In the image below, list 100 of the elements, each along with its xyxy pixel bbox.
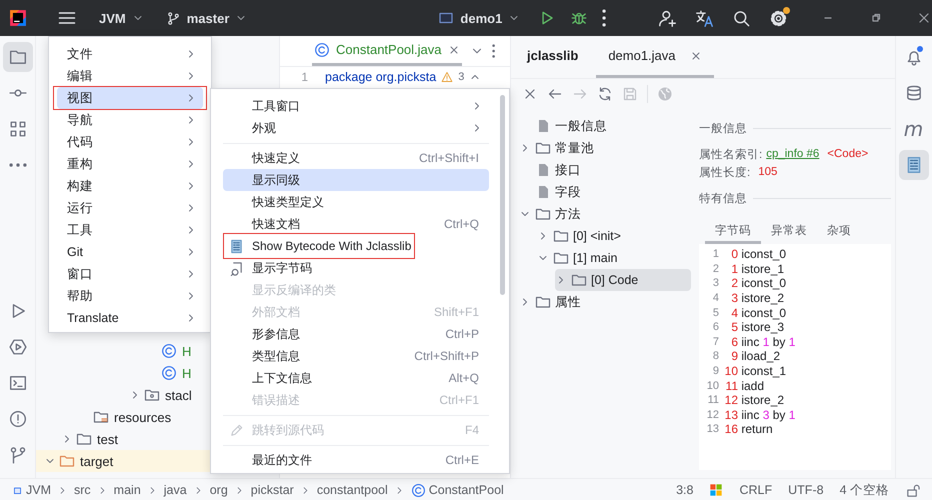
settings-icon[interactable] [769,8,788,28]
menu-item[interactable]: 构建 [57,175,203,197]
menu-item[interactable]: 显示字节码 [223,257,489,279]
menu-item[interactable]: 编辑 [57,65,203,87]
line-number: 3 [712,277,719,290]
bytecode-instruction: 6 iinc 1 by 1 [730,334,796,349]
tool-window-button[interactable] [898,150,928,180]
bytecode-instruction: 11 iadd [724,378,764,393]
bytecode-instruction: 0 iconst_0 [730,247,786,262]
code-line: package org.picksta [325,70,436,84]
section-title: 一般信息 [699,122,747,136]
tab[interactable]: jclasslib [523,36,582,78]
branch-icon [166,10,181,26]
line-number: 4 [712,292,719,304]
toolbar-button[interactable] [597,86,613,102]
indent-setting[interactable]: 4 个空格 [840,482,889,498]
breadcrumb[interactable]: main [114,483,141,497]
more-icon [8,162,26,168]
menu-item[interactable]: 窗口 [57,263,203,285]
folder-icon [76,431,92,447]
menu-item[interactable]: 代码 [57,131,203,153]
tab[interactable]: 异常表 [761,219,817,244]
project-selector[interactable]: JVM [99,10,144,26]
run-configuration-selector[interactable]: demo1 [438,10,520,26]
line-number: 2 [712,262,719,275]
scrollbar-thumb[interactable] [500,95,505,295]
folder-icon [535,294,551,310]
branch-selector[interactable]: master [166,10,248,26]
search-icon[interactable] [732,8,751,28]
field-value: <Code> [827,148,868,160]
menu-item[interactable]: 视图 [57,87,203,109]
tool-window-button[interactable] [2,42,32,72]
line-number: 5 [712,306,719,319]
windows-logo-icon[interactable] [709,483,724,497]
tab[interactable]: demo1.java [596,36,714,78]
breadcrumb[interactable]: ConstantPool [410,482,504,498]
tab[interactable]: 杂项 [817,219,861,244]
tree-item[interactable]: 一般信息 [519,115,691,137]
tree-item[interactable]: 接口 [519,159,691,181]
folder-icon [59,453,75,469]
tree-item[interactable]: 常量池 [519,137,691,159]
menu-item[interactable]: 形参信息 Ctrl+P [223,323,489,345]
menu-item[interactable]: 导航 [57,109,203,131]
menu-item[interactable]: 文件 [57,43,203,65]
breadcrumb[interactable]: constantpool [316,483,388,497]
structure-icon [8,120,26,138]
menu-item[interactable]: 工具 [57,219,203,241]
close-icon[interactable] [690,50,702,62]
menu-item[interactable]: Show Bytecode With Jclasslib [223,235,489,257]
tree-item[interactable]: 方法 [519,203,691,225]
more-icon[interactable] [492,44,495,58]
line-number: 7 [712,336,719,348]
file-encoding[interactable]: UTF-8 [788,483,824,497]
menu-item[interactable]: 显示同级 [223,169,489,191]
breadcrumb[interactable]: java [164,483,187,497]
breadcrumb[interactable]: pickstar [250,483,294,497]
class-icon [410,482,426,498]
folder-icon [553,228,569,244]
class-icon [314,42,330,58]
search-document-icon [228,260,244,276]
breadcrumb[interactable]: src [74,483,91,497]
link[interactable]: cp_info #6 [766,148,820,160]
breadcrumb[interactable]: JVM [12,483,51,497]
menu-item[interactable]: 重构 [57,153,203,175]
menu-item[interactable]: 工具窗口 [223,95,489,117]
line-number: 1 [712,248,719,260]
tree-item[interactable]: [0] <init> [537,225,691,247]
menu-item[interactable]: Git [57,241,203,263]
tree-item[interactable]: [1] main [537,247,691,269]
class-icon [161,365,177,381]
close-icon[interactable] [448,44,460,56]
caret-position[interactable]: 3:8 [676,483,694,497]
bytecode-instruction: 1 istore_1 [730,262,784,276]
open-lock-icon[interactable] [905,482,920,498]
translate-icon[interactable] [695,8,714,28]
editor-tab[interactable]: ConstantPool.java [312,36,462,66]
menu-item[interactable]: 类型信息 Ctrl+Shift+P [223,345,489,367]
breadcrumb[interactable]: org [210,483,228,497]
line-number: 6 [712,321,719,334]
line-separator[interactable]: CRLF [739,483,772,497]
tree-item[interactable]: 属性 [519,291,691,313]
menu-item[interactable]: 外观 [223,117,489,139]
menu-item[interactable]: 快速定义 Ctrl+Shift+I [223,147,489,169]
more-icon[interactable] [602,9,606,27]
menu-item[interactable]: 快速文档 Ctrl+Q [223,213,489,235]
warning-count: 3 [458,71,464,83]
menu-item[interactable]: 快速类型定义 [223,191,489,213]
menu-item[interactable]: 运行 [57,197,203,219]
warning-icon [8,410,26,428]
app-logo-icon[interactable] [9,9,27,27]
menu-item[interactable]: 上下文信息 Alt+Q [223,367,489,389]
tree-item[interactable]: [0] Code [555,269,691,291]
tool-window-button[interactable]: m [898,114,928,144]
refresh-icon [597,86,613,102]
menu-item[interactable]: Translate [57,307,203,329]
bytecode-instruction: 13 iinc 3 by 1 [724,408,796,422]
tree-item[interactable]: 字段 [519,181,691,203]
add-user-icon[interactable] [658,8,677,28]
menu-item[interactable]: 帮助 [57,285,203,307]
line-number: 13 [706,423,719,436]
